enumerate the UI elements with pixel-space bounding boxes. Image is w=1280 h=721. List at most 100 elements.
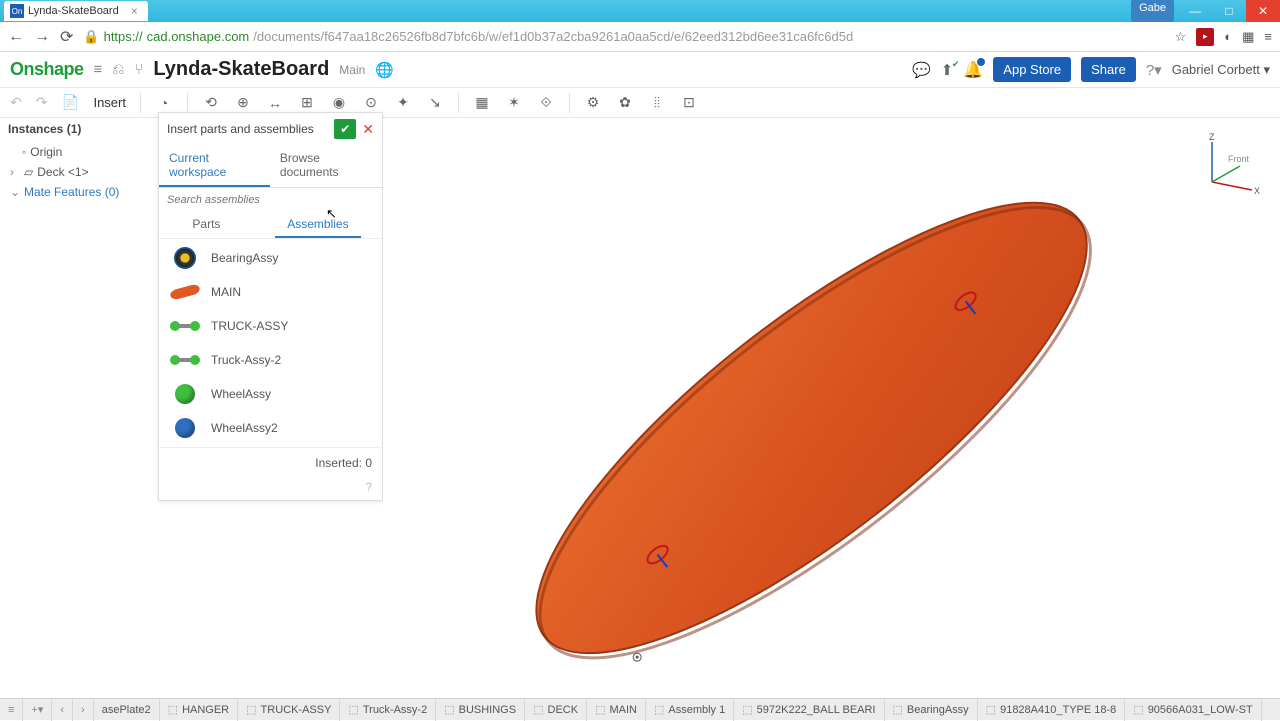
truck-icon [170,353,200,367]
list-item-wheelassy2[interactable]: WheelAssy2 [159,411,382,445]
wheel-green-icon [175,384,195,404]
tool-pattern-icon[interactable]: ⦙⦙ [648,94,666,112]
insert-icon[interactable]: 📄 [61,94,79,112]
tool-revolute-icon[interactable]: ⊕ [234,94,252,112]
address-bar[interactable]: 🔒 https://cad.onshape.com/documents/f647… [83,29,1164,45]
bottom-tab[interactable]: ⬚BUSHINGS [436,699,525,721]
globe-icon[interactable]: 🌐 [375,61,394,79]
back-button[interactable]: ← [8,28,24,46]
chrome-menu-icon[interactable]: ≡ [1264,29,1272,44]
bottom-tab[interactable]: ⬚Assembly 1 [646,699,734,721]
share-button[interactable]: Share [1081,57,1136,82]
svg-text:X: X [1254,186,1260,196]
bottom-prev-button[interactable]: ‹ [52,699,73,721]
truck-icon [170,319,200,333]
instances-header[interactable]: Instances (1) [8,122,147,136]
tree-icon[interactable]: ⎌ [112,61,124,78]
notification-icon[interactable]: 🔔 [963,60,983,80]
deck-icon [169,283,201,300]
forward-button[interactable]: → [34,28,50,46]
tool-planar-icon[interactable]: ⊞ [298,94,316,112]
reload-button[interactable]: ⟳ [60,27,73,47]
tool-tangent-icon[interactable]: ✶ [505,94,523,112]
window-close-button[interactable]: ✕ [1246,0,1280,22]
list-item-truck-assy[interactable]: TRUCK-ASSY [159,309,382,343]
bottom-next-button[interactable]: › [73,699,94,721]
tab-browse-documents[interactable]: Browse documents [270,145,382,187]
svg-text:Z: Z [1209,132,1215,142]
document-name[interactable]: Lynda-SkateBoard [153,58,329,81]
user-menu[interactable]: Gabriel Corbett ▾ [1172,62,1270,78]
upload-icon[interactable]: ⬆ [941,61,954,79]
tool-group-icon[interactable]: ▦ [473,94,491,112]
bottom-tab[interactable]: ⬚91828A410_TYPE 18-8 [978,699,1126,721]
bottom-tab[interactable]: ⬚MAIN [587,699,646,721]
redo-button[interactable]: ↷ [36,94,48,111]
dialog-cancel-button[interactable]: ✕ [362,121,374,138]
tab-title: Lynda-SkateBoard [28,5,119,17]
tool-pin-icon[interactable]: ⊙ [362,94,380,112]
window-maximize-button[interactable]: □ [1212,0,1246,22]
menu-icon[interactable]: ≡ [94,61,103,78]
bottom-tab[interactable]: ⬚HANGER [160,699,238,721]
tool-fastened-icon[interactable]: ⟲ [202,94,220,112]
tool-slider-icon[interactable]: ↔ [266,94,284,112]
bottom-tab[interactable]: ⬚5972K222_BALL BEARI [734,699,884,721]
browser-tab[interactable]: On Lynda-SkateBoard × [4,1,148,21]
list-item-truck-assy-2[interactable]: Truck-Assy-2 [159,343,382,377]
tool-cylindrical-icon[interactable]: ◉ [330,94,348,112]
tool-parallel-icon[interactable]: ↘ [426,94,444,112]
extension-icon-2[interactable]: ▦ [1242,29,1254,45]
tab-close-icon[interactable]: × [131,4,138,18]
tool-settings-icon[interactable]: ✿ [616,94,634,112]
dialog-confirm-button[interactable]: ✔ [334,119,356,139]
bottom-tab[interactable]: ⬚BearingAssy [885,699,978,721]
star-icon[interactable]: ☆ [1175,29,1187,45]
url-scheme: https:// [104,29,143,44]
branch-icon[interactable]: ⑂ [134,61,143,78]
tab-parts[interactable]: Parts [180,212,232,238]
tab-current-workspace[interactable]: Current workspace [159,145,270,187]
tool-relation-icon[interactable]: ⟐ [537,94,555,112]
instance-origin[interactable]: ◦Origin [8,142,147,162]
onshape-logo[interactable]: Onshape [10,59,84,80]
wheel-blue-icon [175,418,195,438]
instance-deck[interactable]: ›▱Deck <1> [8,162,147,182]
svg-text:Front: Front [1228,154,1250,164]
bottom-tab[interactable]: ⬚DECK [525,699,587,721]
extension-icon[interactable]: ◐ [1224,29,1232,44]
tab-assemblies[interactable]: Assemblies [275,212,360,238]
bottom-tab[interactable]: ⬚90566A031_LOW-ST [1125,699,1261,721]
dialog-help-icon[interactable]: ? [159,478,382,500]
chrome-user-badge[interactable]: Gabe [1131,0,1174,22]
tool-transform-icon[interactable]: ◔ [155,94,173,112]
help-icon[interactable]: ?▾ [1146,61,1162,79]
insert-dialog: Insert parts and assemblies ✔ ✕ Current … [158,112,383,501]
bottom-tab[interactable]: ⬚TRUCK-ASSY [238,699,340,721]
inserted-count: 0 [365,456,372,470]
tool-gear-icon[interactable]: ⚙ [584,94,602,112]
bottom-tab[interactable]: asePlate2 [94,699,160,721]
bottom-add-button[interactable]: +▾ [23,699,52,721]
tool-ball-icon[interactable]: ✦ [394,94,412,112]
window-minimize-button[interactable]: — [1178,0,1212,22]
list-item-bearingassy[interactable]: BearingAssy [159,241,382,275]
appstore-button[interactable]: App Store [993,57,1071,82]
insert-button[interactable]: Insert [93,95,126,110]
view-triad[interactable]: Z X Front [1192,132,1262,202]
pdf-extension-icon[interactable]: ▸ [1196,28,1214,46]
3d-canvas[interactable] [383,118,1280,698]
search-input[interactable] [159,188,382,212]
tab-favicon: On [10,4,24,18]
inserted-label: Inserted: [315,456,362,470]
list-item-wheelassy[interactable]: WheelAssy [159,377,382,411]
comment-icon[interactable]: 💬 [912,61,931,79]
tool-linear-icon[interactable]: ⊡ [680,94,698,112]
mate-features[interactable]: ⌄Mate Features (0) [8,182,147,202]
bottom-menu-button[interactable]: ≡ [0,699,23,721]
branch-label[interactable]: Main [339,63,365,77]
list-item-main[interactable]: MAIN [159,275,382,309]
bottom-tab[interactable]: ⬚Truck-Assy-2 [340,699,436,721]
undo-button[interactable]: ↶ [10,94,22,111]
url-host: cad.onshape.com [147,29,250,44]
